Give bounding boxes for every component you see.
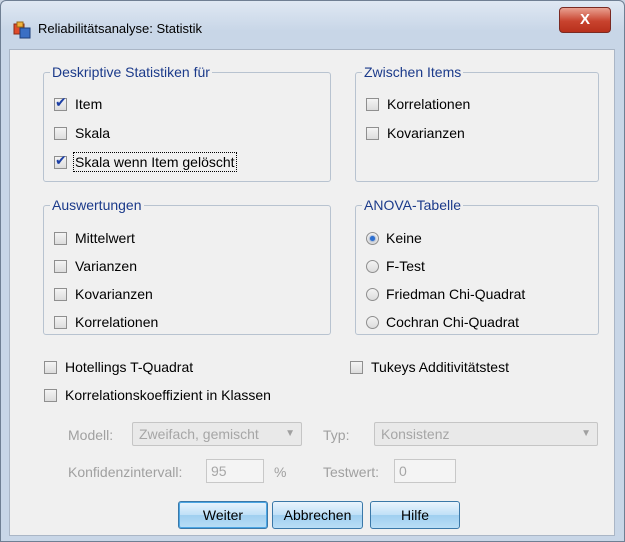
checkbox-box[interactable] [54,315,67,329]
radio-label: Friedman Chi-Quadrat [386,286,526,302]
checkbox-label: Item [75,96,103,112]
checkbox-label: Tukeys Additivitätstest [371,359,509,375]
spss-app-icon [13,21,31,39]
group-descriptive: Deskriptive Statistiken für Item Skala S… [43,64,331,182]
checkbox-scale[interactable]: Skala [54,123,110,143]
type-select-value: Konsistenz [381,426,450,442]
checkbox-label: Skala wenn Item gelöscht [73,152,237,172]
dialog-content: Deskriptive Statistiken für Item Skala S… [9,49,615,536]
radio-label: Keine [386,230,422,246]
radio-button[interactable] [366,231,379,245]
checkbox-correlations[interactable]: Korrelationen [366,94,470,114]
checkbox-variances[interactable]: Varianzen [54,256,137,276]
checkbox-means[interactable]: Mittelwert [54,228,135,248]
confidence-interval-input[interactable]: 95 [206,459,264,483]
checkbox-summary-covariances[interactable]: Kovarianzen [54,284,153,304]
percent-label: % [274,464,287,480]
checkbox-label: Kovarianzen [387,125,465,141]
checkbox-label: Korrelationen [387,96,471,112]
chevron-down-icon: ▼ [285,428,295,439]
radio-f-test[interactable]: F-Test [366,256,425,276]
chevron-down-icon: ▼ [581,428,591,439]
checkbox-label: Varianzen [75,258,138,274]
checkbox-label: Skala [75,125,111,141]
checkbox-box[interactable] [54,287,67,301]
checkbox-label: Mittelwert [75,230,135,246]
checkbox-covariances[interactable]: Kovarianzen [366,123,465,143]
close-button[interactable]: X [559,7,611,33]
radio-friedman[interactable]: Friedman Chi-Quadrat [366,284,525,304]
confidence-interval-label: Konfidenzintervall: [68,464,183,480]
model-select[interactable]: Zweifach, gemischt ▼ [132,422,302,446]
checkbox-label: Korrelationen [75,314,159,330]
help-button[interactable]: Hilfe [370,501,460,529]
checkbox-item[interactable]: Item [54,94,102,114]
type-label: Typ: [323,427,350,443]
window-title: Reliabilitätsanalyse: Statistik [38,21,203,36]
checkbox-box[interactable] [54,153,67,169]
checkbox-summary-correlations[interactable]: Korrelationen [54,312,158,332]
checkbox-box[interactable] [366,97,379,111]
radio-label: Cochran Chi-Quadrat [386,314,520,330]
checkbox-icc[interactable]: Korrelationskoeffizient in Klassen [44,385,271,405]
dialog-window: Reliabilitätsanalyse: Statistik X Deskri… [0,0,625,542]
model-label: Modell: [68,427,114,443]
title-bar[interactable]: Reliabilitätsanalyse: Statistik X [1,1,624,49]
radio-cochran[interactable]: Cochran Chi-Quadrat [366,312,519,332]
checkbox-label: Kovarianzen [75,286,153,302]
checkbox-box[interactable] [54,231,67,245]
group-between-items: Zwischen Items Korrelationen Kovarianzen [355,64,599,182]
checkbox-box[interactable] [54,259,67,273]
group-summaries-title: Auswertungen [50,197,144,213]
type-select[interactable]: Konsistenz ▼ [374,422,598,446]
checkbox-box[interactable] [54,126,67,140]
test-value-input[interactable]: 0 [394,459,456,483]
cancel-button[interactable]: Abbrechen [272,501,363,529]
checkbox-label: Korrelationskoeffizient in Klassen [65,387,271,403]
radio-button[interactable] [366,287,379,301]
checkbox-box[interactable] [44,360,57,374]
radio-label: F-Test [386,258,425,274]
radio-button[interactable] [366,315,379,329]
test-value-label: Testwert: [323,464,380,480]
group-between-items-title: Zwischen Items [362,64,464,80]
checkbox-tukey[interactable]: Tukeys Additivitätstest [350,357,509,377]
model-select-value: Zweifach, gemischt [139,426,259,442]
checkbox-box[interactable] [350,360,363,374]
group-summaries: Auswertungen Mittelwert Varianzen Kovari… [43,197,331,335]
checkbox-box[interactable] [54,95,67,111]
group-anova-title: ANOVA-Tabelle [362,197,464,213]
checkbox-hotelling[interactable]: Hotellings T-Quadrat [44,357,193,377]
checkbox-box[interactable] [44,388,57,402]
continue-button[interactable]: Weiter [178,501,268,529]
group-descriptive-title: Deskriptive Statistiken für [50,64,212,80]
group-anova: ANOVA-Tabelle Keine F-Test Friedman Chi-… [355,197,599,335]
checkbox-box[interactable] [366,126,379,140]
radio-none[interactable]: Keine [366,228,422,248]
checkbox-scale-if-item-deleted[interactable]: Skala wenn Item gelöscht [54,152,237,172]
radio-button[interactable] [366,259,379,273]
checkbox-label: Hotellings T-Quadrat [65,359,194,375]
